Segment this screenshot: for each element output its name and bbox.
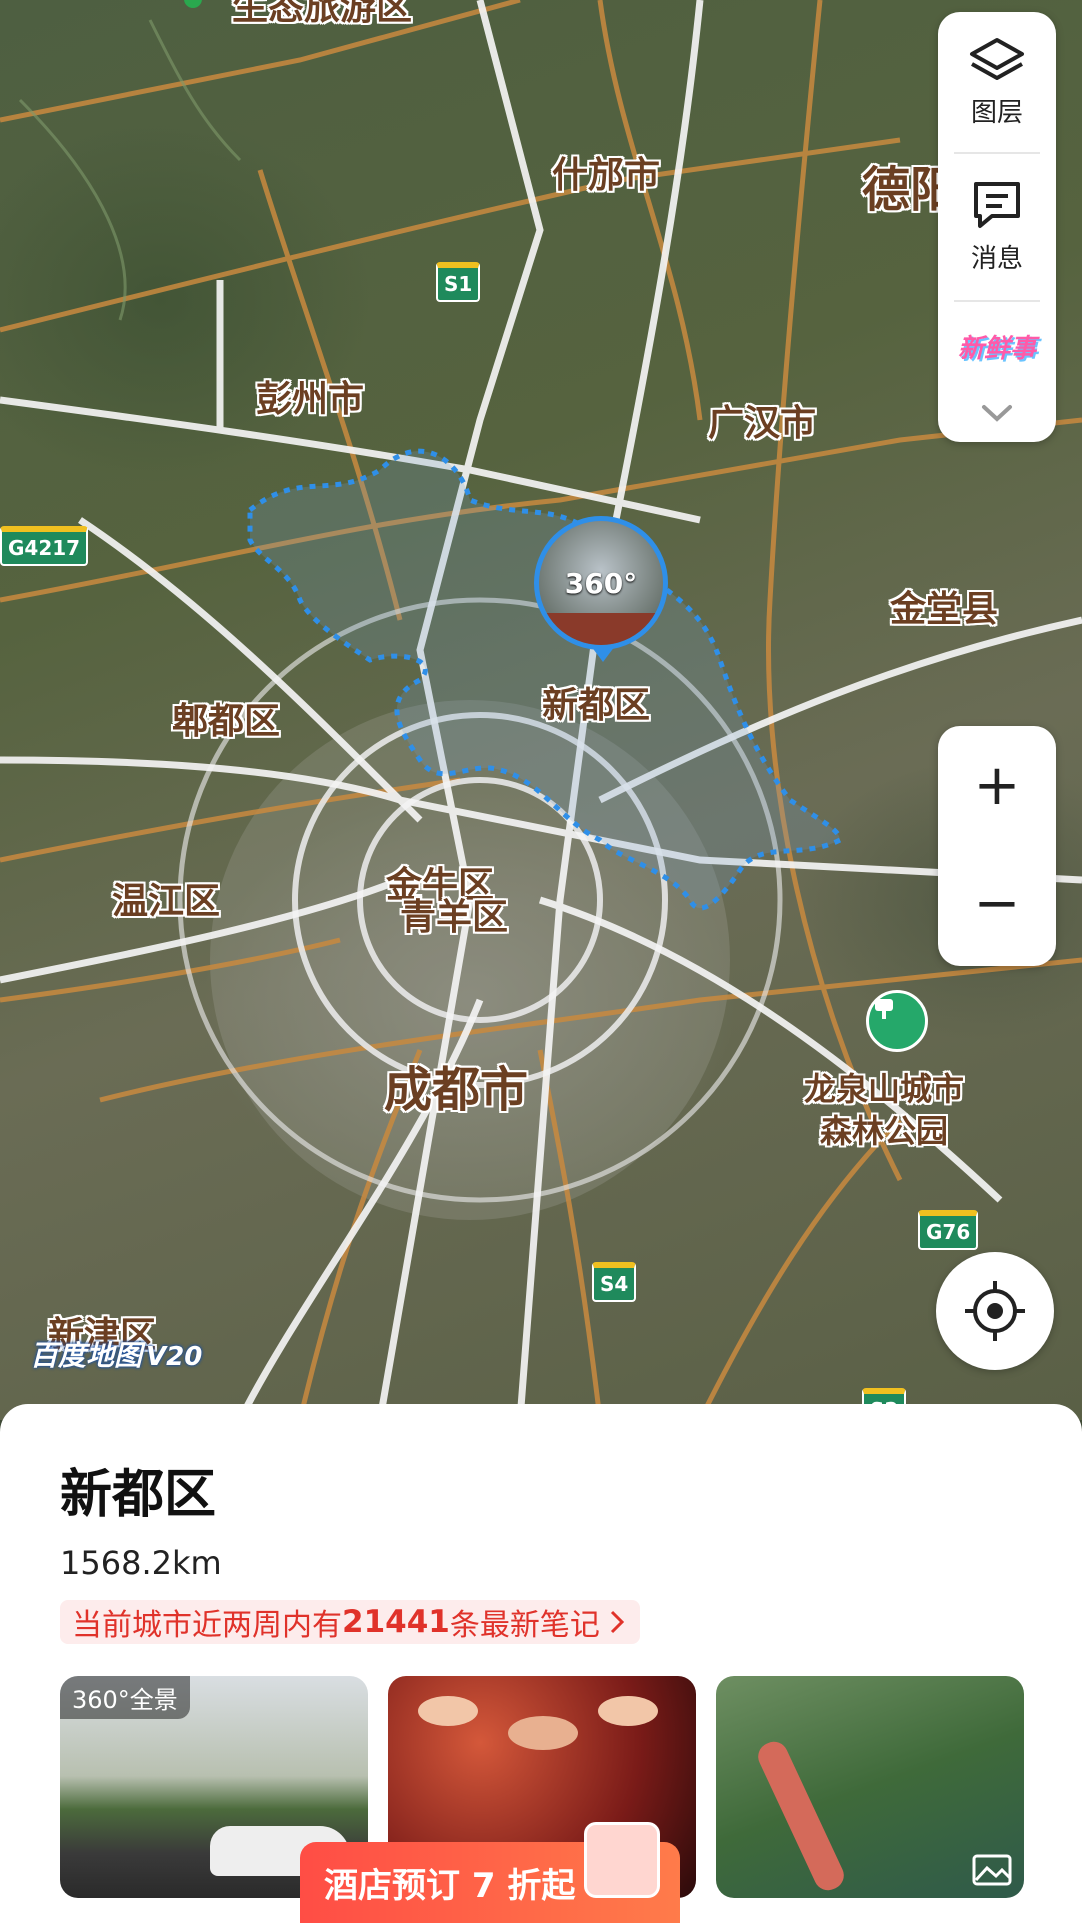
label-guanghan: 广汉市 xyxy=(708,403,817,444)
layers-label: 图层 xyxy=(970,97,1023,128)
place-distance: 1568.2km xyxy=(60,1544,222,1582)
news-badge: 新鲜事 xyxy=(957,333,1036,364)
promo-text: 酒店预订 7 折起 xyxy=(324,1866,576,1906)
expand-toolbar-button[interactable] xyxy=(938,390,1056,436)
label-pengzhou: 彭州市 xyxy=(256,379,365,420)
label-chengdu: 成都市 xyxy=(384,1062,529,1118)
chevron-right-icon xyxy=(610,1610,624,1634)
label-jintang: 金堂县 xyxy=(890,589,999,630)
notes-count: 21441 xyxy=(342,1604,450,1640)
map-toolbar: 图层 消息 新鲜事 xyxy=(938,12,1056,442)
message-icon xyxy=(974,181,1020,228)
panorama-pin-icon xyxy=(591,646,615,662)
locate-button[interactable] xyxy=(936,1252,1054,1370)
recent-notes-banner[interactable]: 当前城市近两周内有 21441 条最新笔记 xyxy=(60,1600,640,1644)
watermark-text: 百度地图 xyxy=(30,1339,143,1372)
label-qingyang: 青羊区 xyxy=(400,897,509,938)
panorama-badge: 360°全景 xyxy=(60,1676,190,1719)
highway-shield-s4: S4 xyxy=(592,1262,637,1302)
locate-icon xyxy=(965,1281,1025,1341)
panorama-label: 360° xyxy=(564,567,638,600)
umbrella-shape xyxy=(598,1696,658,1726)
layers-button[interactable]: 图层 xyxy=(938,12,1056,152)
messages-button[interactable]: 消息 xyxy=(938,154,1056,300)
label-wenjiang: 温江区 xyxy=(112,881,221,922)
highway-shield-s1: S1 xyxy=(436,262,481,302)
label-longquan-line1: 龙泉山城市 xyxy=(804,1070,965,1108)
park-poi-icon[interactable] xyxy=(866,990,928,1052)
label-ecotourism-zone: 生态旅游区 xyxy=(232,0,413,28)
gift-icon xyxy=(584,1822,660,1898)
baidu-map-watermark: 百度地图 V20 xyxy=(30,1334,202,1374)
hotel-promo-banner[interactable]: 酒店预订 7 折起 xyxy=(300,1822,680,1923)
label-xindu: 新都区 xyxy=(542,685,651,726)
place-title: 新都区 xyxy=(60,1465,217,1525)
umbrella-shape xyxy=(418,1696,478,1726)
panorama-marker[interactable]: 360° xyxy=(534,516,668,650)
zoom-out-button[interactable]: − xyxy=(938,844,1056,962)
watermark-version: V20 xyxy=(146,1342,203,1372)
label-longquan-line2: 森林公园 xyxy=(820,1112,949,1150)
notes-prefix: 当前城市近两周内有 xyxy=(72,1608,342,1643)
map-view[interactable]: 生态旅游区 什邡市 德阳 彭州市 广汉市 金堂县 郫都区 新都区 温江区 金牛区… xyxy=(0,0,1082,1420)
label-shifang: 什邡市 xyxy=(552,155,661,196)
zoom-in-button[interactable]: + xyxy=(938,726,1056,844)
zoom-controls: + − xyxy=(938,726,1056,966)
news-button[interactable]: 新鲜事 xyxy=(938,302,1056,390)
highway-shield-g76: G76 xyxy=(918,1210,979,1250)
red-bridge-shape xyxy=(753,1737,849,1895)
messages-label: 消息 xyxy=(970,243,1023,274)
highway-shield-g4217: G4217 xyxy=(0,526,89,566)
umbrella-shape xyxy=(508,1716,578,1750)
photo-park-bridge[interactable] xyxy=(716,1676,1024,1898)
gallery-icon[interactable] xyxy=(972,1854,1012,1886)
chevron-down-icon xyxy=(982,405,1012,422)
panorama-thumb-ground xyxy=(539,613,663,645)
layers-icon xyxy=(970,37,1024,80)
notes-suffix: 条最新笔记 xyxy=(449,1608,600,1643)
label-pidu: 郫都区 xyxy=(172,701,281,742)
